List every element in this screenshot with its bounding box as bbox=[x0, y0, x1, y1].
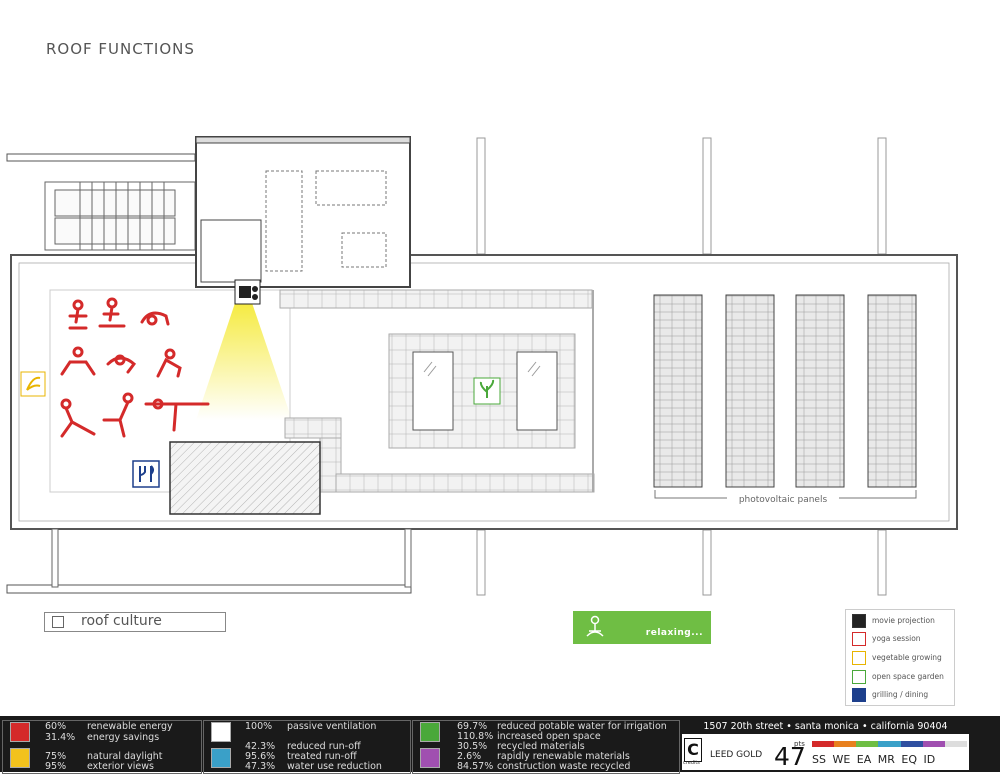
category-bar bbox=[812, 741, 835, 747]
movie-projection-icon bbox=[852, 614, 866, 628]
roof-plan: photovoltaic panels bbox=[6, 136, 958, 596]
grill-area bbox=[169, 441, 321, 515]
roof-culture-label: roof culture bbox=[81, 613, 162, 629]
leed-rating: LEED GOLD bbox=[710, 750, 763, 760]
credits-label: credits bbox=[683, 760, 700, 766]
category-bar bbox=[878, 741, 901, 747]
stat-text: passive ventilation bbox=[287, 721, 377, 732]
stat-value: 95% bbox=[45, 761, 67, 772]
leaf-icon bbox=[420, 722, 440, 742]
category-bar bbox=[856, 741, 879, 747]
points-label: pts bbox=[794, 740, 805, 748]
core bbox=[195, 136, 411, 288]
stat-value: 84.57% bbox=[457, 761, 494, 772]
vegetable-icon bbox=[20, 371, 46, 397]
wind-icon bbox=[211, 722, 231, 742]
dining-icon bbox=[852, 688, 866, 702]
stat-value: 47.3% bbox=[245, 761, 276, 772]
bulb-icon bbox=[10, 722, 30, 742]
relaxing-label: relaxing... bbox=[645, 628, 703, 638]
stat-value: 60% bbox=[45, 721, 67, 732]
category-bar bbox=[834, 741, 857, 747]
stat-text: construction waste recycled bbox=[497, 761, 631, 772]
stat-text: exterior views bbox=[87, 761, 154, 772]
sun-icon bbox=[10, 748, 30, 768]
garden-icon bbox=[852, 670, 866, 684]
category-bar bbox=[900, 741, 923, 747]
stair bbox=[44, 181, 196, 251]
stat-value: 31.4% bbox=[45, 732, 76, 743]
stat-text: water use reduction bbox=[287, 761, 382, 772]
checkbox[interactable] bbox=[52, 616, 64, 628]
address: 1507 20th street • santa monica • califo… bbox=[682, 720, 969, 734]
yoga-icon bbox=[852, 632, 866, 646]
recycle-icon bbox=[420, 748, 440, 768]
water-drop-icon bbox=[211, 748, 231, 768]
dining-icon bbox=[132, 460, 160, 488]
meditation-icon bbox=[586, 615, 604, 637]
legend: movie projection yoga session vegetable … bbox=[845, 609, 955, 706]
leed-categories: SS WE EA MR EQ ID bbox=[812, 753, 936, 766]
stat-value: 100% bbox=[245, 721, 273, 732]
credits-c: C bbox=[684, 738, 702, 762]
stat-text: renewable energy bbox=[87, 721, 173, 732]
stat-text: energy savings bbox=[87, 732, 160, 743]
category-bar bbox=[944, 741, 967, 747]
vegetable-icon bbox=[852, 651, 866, 665]
relaxing-tag: relaxing... bbox=[573, 611, 711, 644]
pv-label: photovoltaic panels bbox=[739, 495, 828, 505]
category-bar bbox=[922, 741, 945, 747]
roof-culture-toggle[interactable]: roof culture bbox=[44, 612, 226, 632]
project-info: 1507 20th street • santa monica • califo… bbox=[682, 720, 969, 771]
movie-projection-icon bbox=[234, 279, 261, 305]
garden-icon bbox=[473, 377, 501, 405]
category-color-bars bbox=[812, 741, 967, 747]
